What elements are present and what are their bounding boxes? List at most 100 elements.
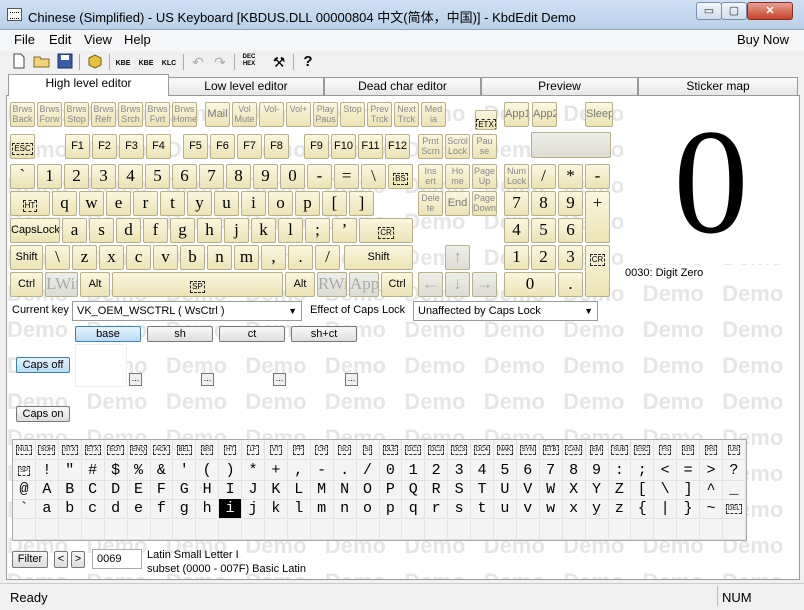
char-cell[interactable]: > [700,461,723,481]
char-cell[interactable]: ~ [700,499,723,519]
tab-high-level-editor[interactable]: High level editor [8,74,169,96]
char-cell[interactable]: SUB [608,440,632,460]
down-arrow-key[interactable]: ↓ [445,272,470,297]
char-cell[interactable]: ? [722,461,746,481]
char-cell[interactable]: HT [219,440,243,460]
char-cell[interactable]: 7 [539,461,563,481]
minimize-button[interactable]: ▭ [696,2,722,20]
menu-view[interactable]: View [84,32,112,47]
end-key[interactable]: End [445,191,470,216]
key-5-row3[interactable]: h [197,218,222,243]
char-cell[interactable]: [ [631,480,655,500]
numpad-5-key[interactable]: 5 [531,218,556,243]
char-cell[interactable]: ] [677,480,701,500]
char-cell[interactable]: a [35,499,59,519]
char-cell[interactable]: A [35,480,59,500]
f6-key[interactable]: F6 [210,134,235,159]
num-lock-key[interactable]: Num Lock [504,164,529,189]
char-cell[interactable]: h [196,499,220,519]
key-3[interactable]: 3 [91,164,116,189]
kbe-save-icon[interactable]: KBE [137,53,155,71]
char-cell[interactable]: DC2 [425,440,449,460]
media-key-mail[interactable]: Mail [205,102,230,127]
char-cell[interactable]: g [173,499,197,519]
char-cell[interactable]: . [333,461,357,481]
media-key-5[interactable]: Brws Fvrt [145,102,170,127]
key-r[interactable]: r [133,191,158,216]
char-cell[interactable]: Q [402,480,426,500]
tab-low-level-editor[interactable]: Low level editor [168,77,324,95]
char-cell[interactable]: NAK [493,440,517,460]
char-cell[interactable]: 3 [448,461,472,481]
char-cell[interactable]: BEL [173,440,197,460]
numpad-9-key[interactable]: 9 [558,191,583,216]
key-3-row3[interactable]: f [143,218,168,243]
char-cell[interactable]: 1 [402,461,426,481]
char-cell[interactable]: y [585,499,609,519]
media-key-2[interactable]: Brws Stop [64,102,89,127]
undo-icon[interactable]: ↶ [189,53,207,71]
char-cell[interactable]: DC3 [448,440,472,460]
char-cell[interactable]: # [81,461,105,481]
char-cell[interactable]: DLE [379,440,403,460]
media-key-1[interactable]: Brws Forw [37,102,62,127]
char-cell[interactable]: 0 [379,461,403,481]
key-10-row3[interactable]: ’ [332,218,357,243]
char-cell[interactable]: x [562,499,586,519]
print-screen-key[interactable]: Prnt Scrn [418,134,443,159]
char-cell[interactable]: _ [722,480,746,500]
char-cell[interactable]: F [150,480,174,500]
char-cell[interactable]: DEL [722,499,746,519]
key-7[interactable]: 7 [199,164,224,189]
char-cell[interactable]: S [448,480,472,500]
app-icon[interactable] [7,8,22,21]
char-cell[interactable]: RS [700,440,723,460]
char-cell[interactable]: DC1 [402,440,426,460]
char-cell[interactable]: r [425,499,449,519]
f4-key[interactable]: F4 [146,134,171,159]
char-cell[interactable]: | [654,499,678,519]
media-key-15[interactable]: Med ia [421,102,446,127]
key-5-row4[interactable]: b [180,245,205,270]
f2-key[interactable]: F2 [92,134,117,159]
key-8-row3[interactable]: l [278,218,303,243]
char-cell[interactable]: ENQ [127,440,151,460]
base-char-box[interactable] [75,344,127,387]
current-key-select[interactable]: VK_OEM_WSCTRL ( WsCtrl ) ▼ [72,301,302,321]
char-cell[interactable]: n [333,499,357,519]
sh-ellipsis-button[interactable]: ... [201,373,214,386]
left-shift-key[interactable]: Shift [10,245,43,270]
char-cell[interactable]: E [127,480,151,500]
key-8-row4[interactable]: , [261,245,286,270]
etx-key[interactable]: ETX [475,110,497,130]
caps-on-button[interactable]: Caps on [16,406,70,422]
page-down-key[interactable]: Page Down [472,191,497,216]
char-cell[interactable]: ` [13,499,36,519]
key-1[interactable]: 1 [37,164,62,189]
apps-key[interactable]: Apps [349,272,379,297]
char-cell[interactable]: SI [356,440,380,460]
char-cell[interactable]: e [127,499,151,519]
up-arrow-key[interactable]: ↑ [445,245,470,270]
key-2-row4[interactable]: x [99,245,124,270]
char-cell[interactable]: STX [58,440,82,460]
char-cell[interactable]: P [379,480,403,500]
numpad-minus-key[interactable]: - [585,164,610,189]
page-up-key[interactable]: Page Up [472,164,497,189]
key-q[interactable]: q [52,191,77,216]
media-key-9[interactable]: Vol- [259,102,284,127]
key-i[interactable]: i [241,191,266,216]
char-cell[interactable]: = [677,461,701,481]
key-12[interactable]: = [334,164,359,189]
save-icon[interactable] [56,53,74,71]
open-folder-icon[interactable] [33,53,51,71]
numpad-6-key[interactable]: 6 [558,218,583,243]
key-8[interactable]: 8 [226,164,251,189]
numpad-enter-key[interactable]: CR [585,245,610,297]
char-cell[interactable]: FF [287,440,311,460]
char-cell[interactable]: i [219,499,243,519]
char-cell[interactable]: 2 [425,461,449,481]
key-u[interactable]: u [214,191,239,216]
char-cell[interactable]: CR [310,440,334,460]
key-o[interactable]: o [268,191,293,216]
